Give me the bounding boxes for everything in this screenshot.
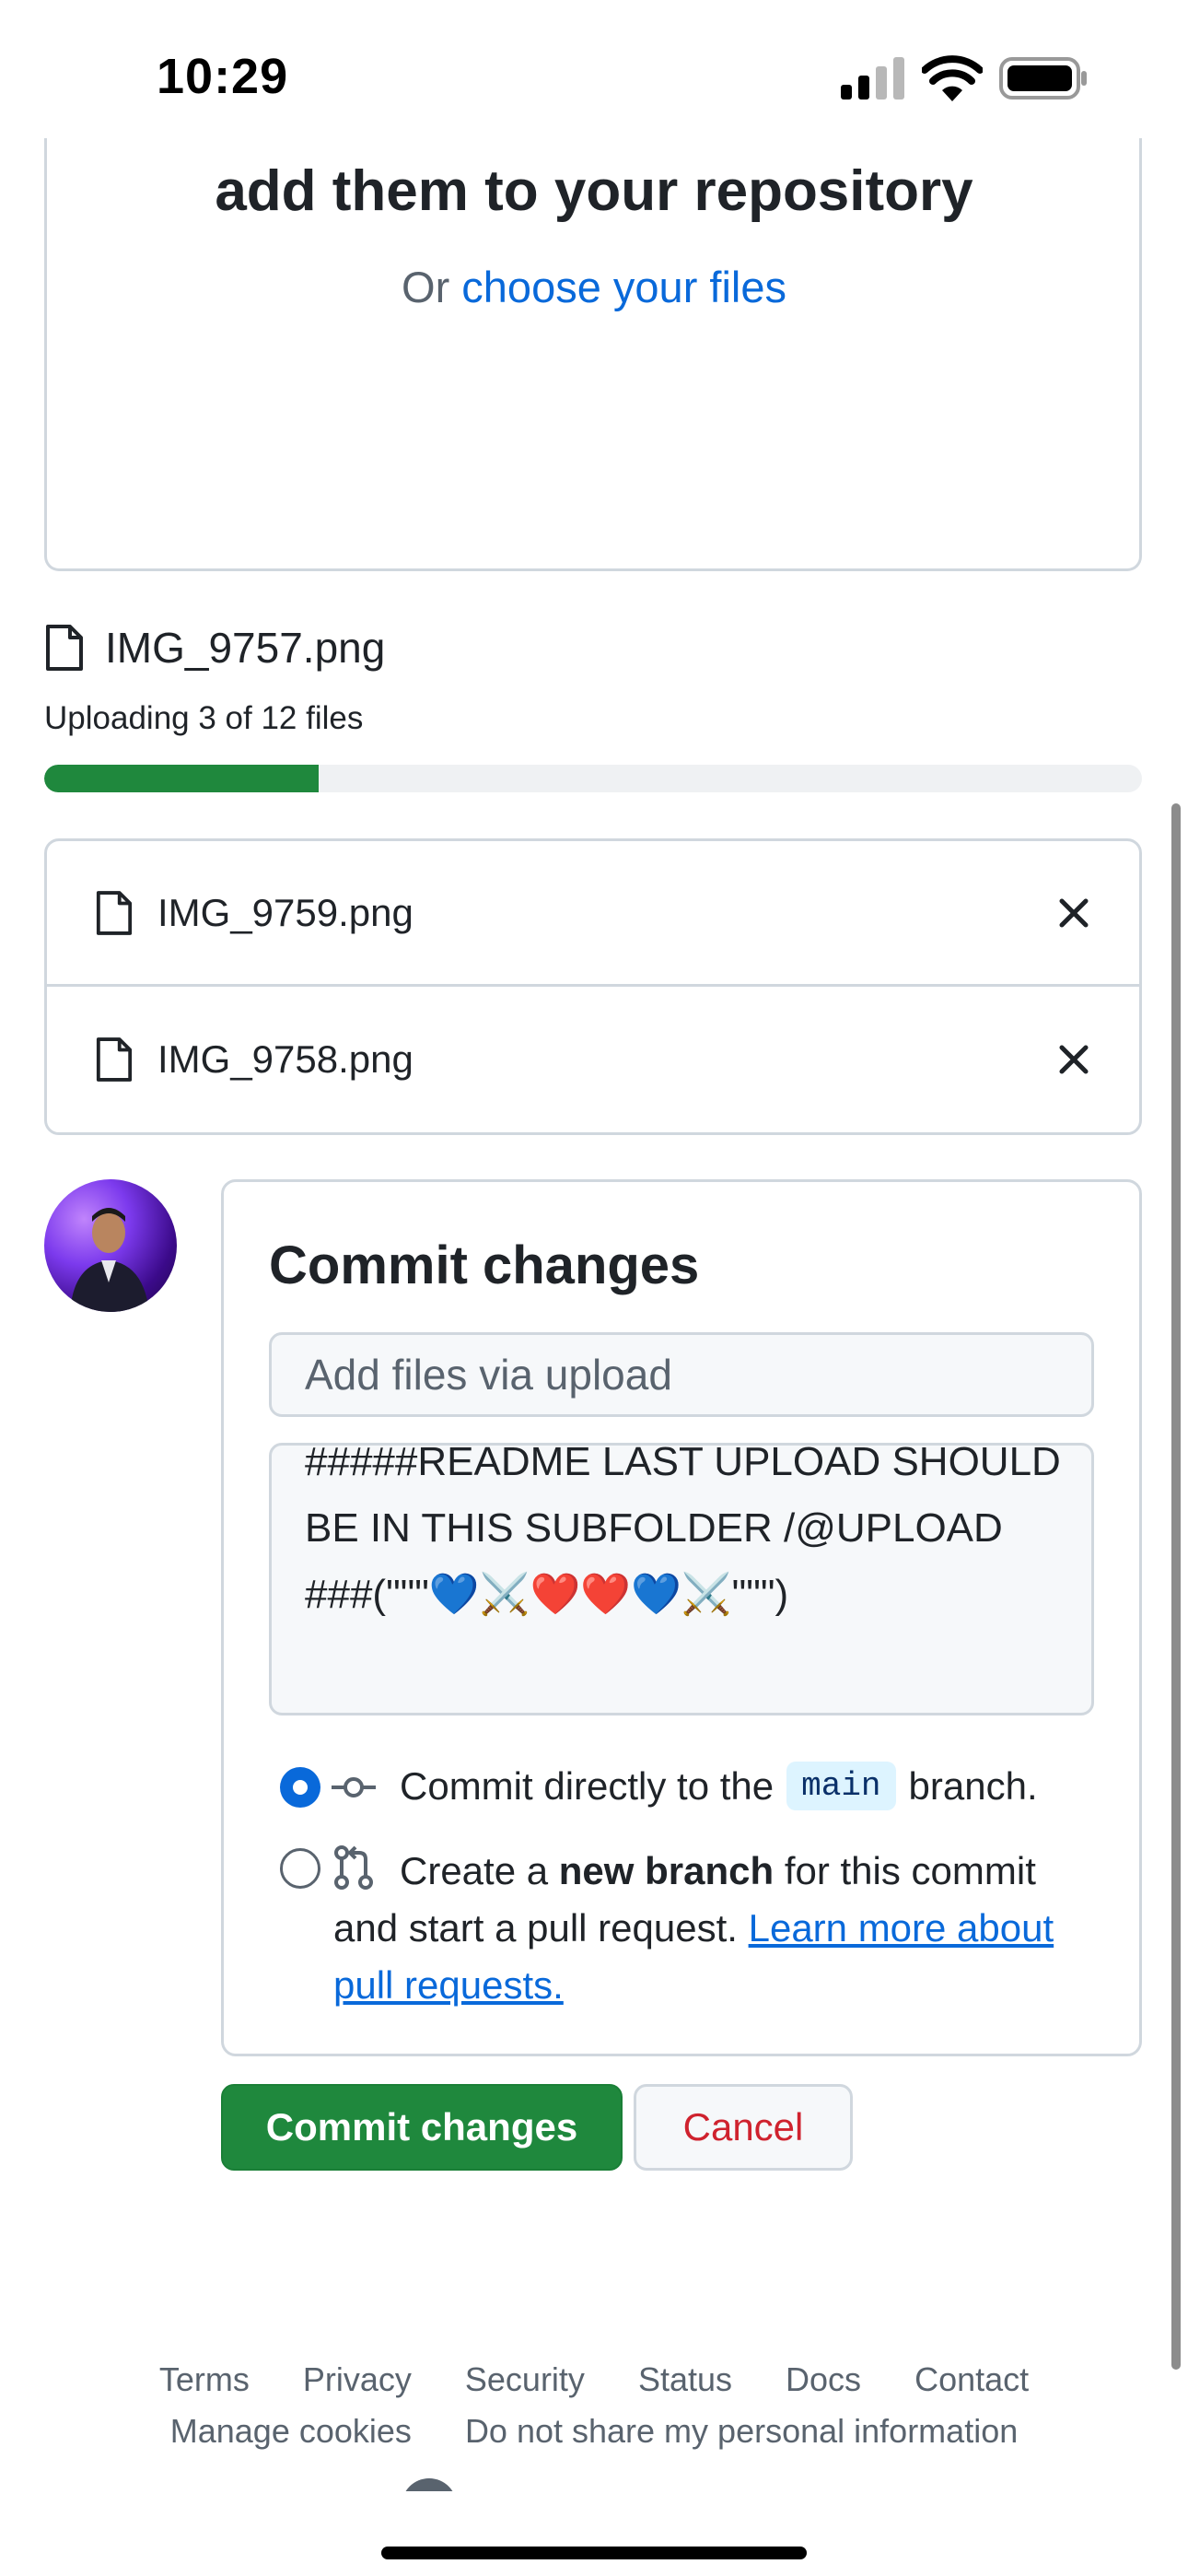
cellular-signal-icon <box>841 57 904 100</box>
footer-links-row1: Terms Privacy Security Status Docs Conta… <box>0 2360 1188 2399</box>
footer-link-manage-cookies[interactable]: Manage cookies <box>170 2412 412 2450</box>
commit-description-text: #####README LAST UPLOAD SHOULD BE IN THI… <box>305 1443 1073 1617</box>
close-icon[interactable] <box>1056 1042 1091 1077</box>
upload-progress-fill <box>44 765 319 792</box>
list-item: IMG_9759.png <box>47 841 1139 987</box>
commit-direct-radio[interactable] <box>280 1767 320 1808</box>
new-branch-bold: new branch <box>558 1849 775 1892</box>
footer-links-row2: Manage cookies Do not share my personal … <box>0 2412 1188 2451</box>
commit-panel-title: Commit changes <box>269 1235 700 1295</box>
new-branch-label: Create a new branch for this commit and … <box>333 1843 1089 2014</box>
file-name: IMG_9758.png <box>157 1037 413 1081</box>
commit-direct-suffix: branch. <box>908 1763 1038 1808</box>
new-branch-radio[interactable] <box>280 1848 320 1889</box>
file-name: IMG_9759.png <box>157 890 413 934</box>
branch-name-badge: main <box>786 1762 896 1810</box>
file-icon <box>96 1037 133 1082</box>
file-icon <box>46 625 83 671</box>
choose-files-link[interactable]: choose your files <box>461 263 786 311</box>
footer-link-security[interactable]: Security <box>465 2360 585 2398</box>
avatar[interactable] <box>44 1179 177 1312</box>
scrollbar[interactable] <box>1171 803 1181 2370</box>
commit-direct-prefix: Commit directly to the <box>400 1763 775 1808</box>
dropzone-title: add them to your repository <box>215 159 973 223</box>
dropzone-subtitle: Or choose your files <box>0 262 1188 312</box>
footer-link-contact[interactable]: Contact <box>914 2360 1029 2398</box>
list-item: IMG_9758.png <box>47 987 1139 1132</box>
commit-summary-input[interactable] <box>269 1332 1094 1417</box>
home-indicator[interactable] <box>381 2547 807 2559</box>
upload-progress-bar <box>44 765 1142 792</box>
footer-link-terms[interactable]: Terms <box>159 2360 250 2398</box>
git-commit-icon <box>332 1777 376 1797</box>
status-time: 10:29 <box>157 49 289 104</box>
footer-link-privacy[interactable]: Privacy <box>303 2360 412 2398</box>
footer-link-docs[interactable]: Docs <box>786 2360 861 2398</box>
footer-link-do-not-share[interactable]: Do not share my personal information <box>465 2412 1018 2450</box>
wifi-icon <box>922 55 983 101</box>
footer-link-status[interactable]: Status <box>638 2360 732 2398</box>
battery-icon <box>999 57 1087 100</box>
dropzone-subtitle-prefix: Or <box>402 263 462 311</box>
current-upload-file: IMG_9757.png <box>44 623 385 673</box>
commit-description-input[interactable]: #####README LAST UPLOAD SHOULD BE IN THI… <box>269 1443 1094 1715</box>
bottom-safe-area <box>0 2491 1188 2576</box>
cancel-button[interactable]: Cancel <box>634 2084 853 2171</box>
current-file-name: IMG_9757.png <box>105 624 386 672</box>
avatar-person-icon <box>70 1208 149 1312</box>
commit-direct-label: Commit directly to the main branch. <box>400 1762 1038 1810</box>
uploaded-file-list: IMG_9759.png IMG_9758.png <box>44 838 1142 1135</box>
new-branch-prefix: Create a <box>400 1849 559 1892</box>
close-icon[interactable] <box>1056 896 1091 931</box>
commit-changes-button[interactable]: Commit changes <box>221 2084 623 2171</box>
file-icon <box>96 890 133 935</box>
upload-status-text: Uploading 3 of 12 files <box>44 700 364 736</box>
